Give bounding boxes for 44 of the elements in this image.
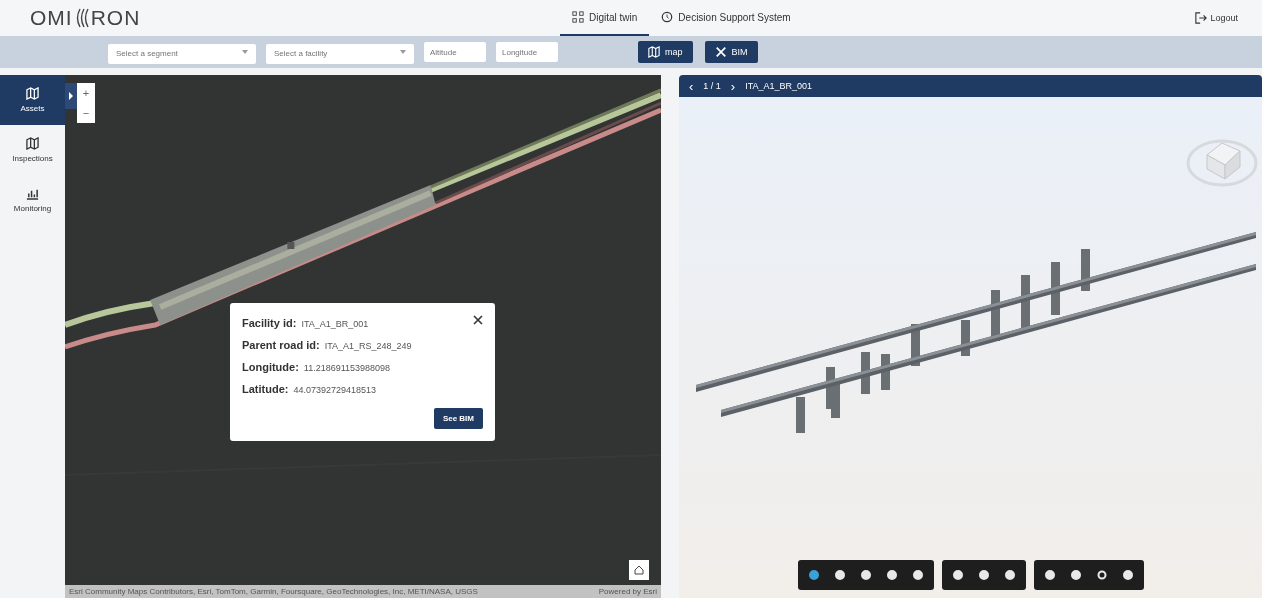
previous-button[interactable]: ‹	[687, 79, 696, 93]
view-button[interactable]: map	[638, 41, 693, 63]
field-label: Parent road id:	[242, 339, 320, 351]
nav-tab[interactable]: Decision Support System	[649, 0, 803, 36]
field-label: Facility id:	[242, 317, 297, 329]
facility-select[interactable]: Select a facility	[266, 43, 414, 64]
see-bim-button[interactable]: See BIM	[433, 408, 483, 429]
chevron-icon	[68, 92, 74, 100]
field-value: 11.218691153988098	[303, 363, 391, 373]
sidebar-item[interactable]: Monitoring	[0, 175, 65, 225]
logout-icon	[1195, 12, 1208, 24]
field-value: ITA_A1_RS_248_249	[324, 341, 412, 351]
caret-icon	[242, 50, 248, 54]
nodes-icon	[572, 11, 584, 23]
attribution-text: Powered by Esri	[598, 587, 657, 596]
field-value: 44.07392729418513	[293, 385, 377, 395]
zoom-out-button[interactable]: −	[77, 103, 95, 123]
altitude-field[interactable]: Altitude	[424, 42, 486, 62]
logo-text: RON	[90, 6, 141, 30]
zoom-in-button[interactable]: +	[77, 83, 95, 103]
caret-icon	[400, 50, 406, 54]
logo-text: OMI	[30, 6, 73, 30]
model-title: ITA_A1_BR_001	[745, 81, 813, 91]
home-icon	[634, 565, 644, 575]
next-button[interactable]: ›	[728, 79, 738, 93]
field-value: ITA_A1_BR_001	[301, 319, 369, 329]
map-icon	[648, 46, 660, 58]
segment-select[interactable]: Select a segment	[108, 43, 256, 64]
logout-button[interactable]: Logout	[1189, 11, 1244, 25]
expand-handle[interactable]	[65, 83, 77, 109]
chart-icon	[26, 187, 39, 200]
attribution-text: Esri Community Maps Contributors, Esri, TomTom, Garmin, Foursquare, GeoTechnologies, Inc, METI/NASA, USGS	[69, 587, 478, 596]
longitude-field[interactable]: Longitude	[496, 42, 558, 62]
sidebar-item[interactable]: Inspections	[0, 125, 65, 175]
field-label: Longitude:	[242, 361, 299, 373]
map-icon	[26, 137, 39, 150]
home-button[interactable]	[629, 560, 649, 580]
field-label: Latitude:	[242, 383, 289, 395]
page-counter: 1 / 1	[703, 81, 721, 91]
close-icon	[473, 315, 483, 325]
clock-icon	[661, 11, 674, 23]
view-button[interactable]: BIM	[704, 41, 758, 63]
map-icon	[26, 87, 39, 100]
sidebar-item[interactable]: Assets	[0, 75, 65, 125]
